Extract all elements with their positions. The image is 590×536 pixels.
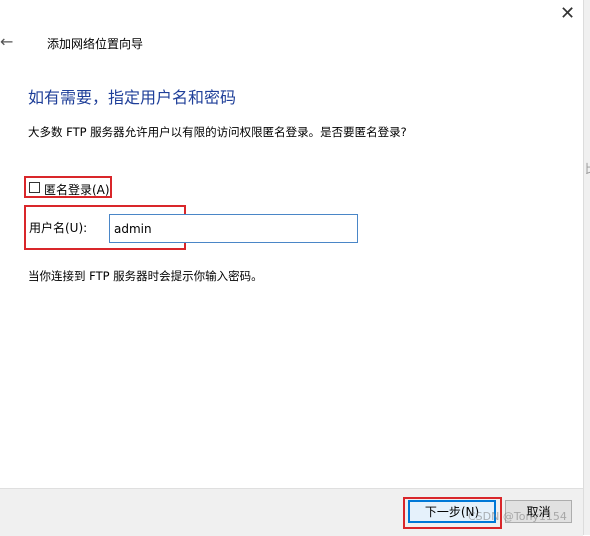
watermark: CSDN @Tony1154 — [468, 510, 567, 523]
background-window-edge — [583, 0, 590, 535]
back-arrow-icon[interactable]: ← — [0, 32, 16, 52]
password-hint: 当你连接到 FTP 服务器时会提示你输入密码。 — [28, 269, 263, 283]
username-input[interactable] — [109, 214, 358, 243]
page-heading: 如有需要，指定用户名和密码 — [28, 88, 237, 107]
background-window-text: 比 — [585, 160, 590, 177]
anonymous-login-label[interactable]: 匿名登录(A) — [44, 181, 110, 198]
description-text: 大多数 FTP 服务器允许用户以有限的访问权限匿名登录。是否要匿名登录? — [28, 125, 407, 139]
window-title: 添加网络位置向导 — [47, 37, 144, 51]
username-label: 用户名(U): — [29, 221, 88, 235]
anonymous-login-checkbox[interactable] — [29, 182, 40, 193]
wizard-window: 比 ✕ ← 添加网络位置向导 如有需要，指定用户名和密码 大多数 FTP 服务器… — [0, 0, 590, 536]
close-icon[interactable]: ✕ — [552, 0, 583, 28]
